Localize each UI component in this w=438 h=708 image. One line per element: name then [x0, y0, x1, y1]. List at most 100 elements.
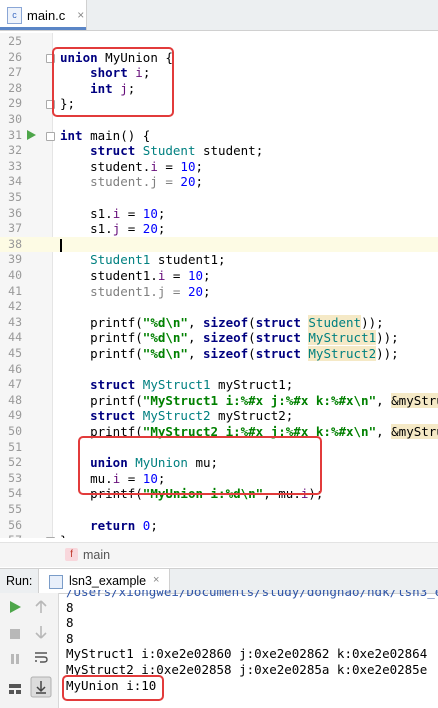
code-line[interactable]: 57} [0, 533, 438, 538]
arrow-up-icon[interactable] [33, 599, 49, 615]
code-line[interactable]: 31 int main() { [0, 128, 438, 144]
code-token: )); [376, 330, 399, 346]
arrow-down-icon[interactable] [33, 624, 49, 640]
fold-end-marker-icon[interactable] [46, 537, 55, 538]
run-gutter-icon[interactable] [27, 129, 36, 140]
code-token: ; [157, 221, 166, 237]
code-token: ; [203, 268, 211, 283]
code-token: &myStruct1 [391, 392, 438, 408]
line-number: 51 [8, 439, 22, 454]
code-line[interactable]: 47 struct MyStruct1 myStruct1; [0, 377, 438, 393]
code-line[interactable]: 55 [0, 502, 438, 518]
code-token: student1; [150, 252, 226, 268]
union-definition-highlight-box [52, 47, 174, 117]
line-number: 56 [8, 517, 22, 532]
scroll-to-end-icon[interactable] [30, 676, 52, 698]
code-line[interactable]: 49 struct MyStruct2 myStruct2; [0, 408, 438, 424]
line-number: 31 [8, 127, 22, 142]
code-token: MyStruct1 [142, 377, 211, 393]
code-text: printf("%d\n", sizeof(struct MyStruct1))… [60, 330, 399, 346]
soft-wrap-icon[interactable] [33, 649, 49, 665]
close-icon[interactable]: × [77, 8, 84, 22]
code-token: i [150, 158, 158, 174]
line-number: 25 [8, 34, 22, 48]
code-token: = [157, 158, 181, 174]
run-config-icon [49, 575, 63, 589]
code-line[interactable]: 38 [0, 236, 438, 253]
code-line[interactable]: 44 printf("%d\n", sizeof(struct MyStruct… [0, 330, 438, 346]
line-number: 36 [8, 205, 22, 220]
code-line[interactable]: 42 [0, 299, 438, 315]
code-token: sizeof [203, 314, 249, 330]
line-number: 40 [8, 268, 22, 282]
code-line[interactable]: 40 student1.i = 10; [0, 268, 438, 284]
code-editor[interactable]: 25 26 union MyUnion {27 short i; 28 int j; 2… [0, 33, 438, 538]
code-line[interactable]: 33 student.i = 10; [0, 159, 438, 175]
console-output[interactable]: /Users/xiongwei/Documents/study/dongnao/… [62, 590, 438, 708]
console-line: 8 [66, 599, 74, 615]
line-number: 35 [8, 190, 22, 204]
breadcrumb-label[interactable]: main [83, 548, 110, 562]
code-text: student.j = 20; [60, 174, 203, 190]
line-number: 47 [8, 377, 22, 392]
line-number: 39 [8, 252, 22, 267]
code-token: = [165, 268, 188, 283]
tab-main-c[interactable]: c main.c × [0, 0, 87, 30]
line-number: 34 [8, 174, 22, 189]
layout-icon[interactable] [7, 681, 23, 697]
code-line[interactable]: 43 printf("%d\n", sizeof(struct Student)… [0, 314, 438, 331]
code-line[interactable]: 36 s1.i = 10; [0, 206, 438, 222]
console-line: 8 [66, 630, 74, 646]
code-line[interactable]: 41 student1.j = 20; [0, 284, 438, 300]
breadcrumb[interactable]: f main [0, 542, 438, 567]
code-token: ( [248, 330, 256, 346]
code-token: s1. [60, 205, 113, 221]
code-line[interactable]: 45 printf("%d\n", sizeof(struct MyStruct… [0, 346, 438, 362]
code-line[interactable]: 35 [0, 190, 438, 206]
code-token: sizeof [203, 346, 249, 361]
pause-icon[interactable] [7, 651, 23, 667]
code-line[interactable]: 32 struct Student student; [0, 143, 438, 159]
run-label: Run: [6, 574, 33, 588]
code-text: student1.i = 10; [60, 268, 211, 284]
line-number: 37 [8, 221, 22, 236]
close-icon[interactable]: × [153, 574, 159, 586]
line-number: 42 [8, 299, 22, 314]
code-token: ; [150, 517, 158, 533]
line-number: 30 [8, 112, 22, 126]
code-token: ; [195, 158, 204, 174]
code-line[interactable]: 39 Student1 student1; [0, 252, 438, 268]
code-line[interactable]: 46 [0, 362, 438, 378]
code-token: student1. [60, 268, 158, 283]
code-token: struct [90, 143, 136, 159]
fold-marker-icon[interactable] [46, 131, 55, 141]
text-caret [60, 238, 62, 252]
stop-icon[interactable] [7, 626, 23, 642]
line-number: 32 [8, 143, 22, 158]
code-text: struct MyStruct1 myStruct1; [60, 377, 293, 393]
code-token: , [376, 392, 392, 408]
code-text: printf("%d\n", sizeof(struct MyStruct2))… [60, 346, 399, 362]
code-line[interactable]: 37 s1.j = 20; [0, 221, 438, 237]
code-token: , [187, 346, 204, 361]
line-number: 52 [8, 455, 22, 470]
run-config-label: lsn3_example [69, 574, 147, 588]
code-line[interactable]: 56 return 0; [0, 518, 438, 534]
code-token: struct [255, 314, 301, 330]
code-text: s1.j = 20; [60, 221, 165, 237]
line-number: 29 [8, 96, 22, 111]
code-token: 20 [142, 221, 158, 237]
code-token: 10 [187, 268, 204, 283]
rerun-icon[interactable] [7, 599, 23, 615]
line-number: 45 [8, 346, 22, 360]
code-token: "%d\n" [142, 346, 188, 361]
code-token: , [187, 330, 204, 346]
code-line[interactable]: 34 student.j = 20; [0, 174, 438, 190]
code-token: Student [308, 314, 362, 330]
code-token: student1.j = [60, 283, 188, 299]
code-line[interactable]: 48 printf("MyStruct1 i:%#x j:%#x k:%#x\n… [0, 392, 438, 409]
